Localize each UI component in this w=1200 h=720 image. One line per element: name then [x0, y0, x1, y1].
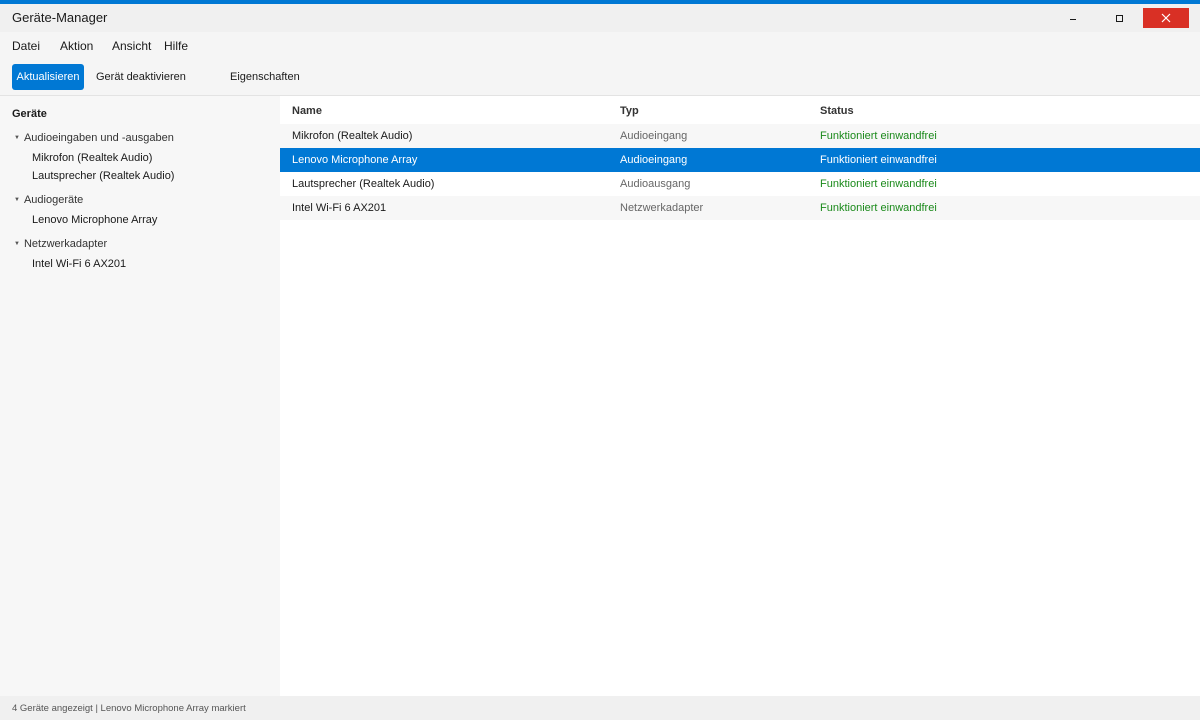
minimize-button[interactable] — [1050, 8, 1096, 28]
maximize-icon — [1115, 14, 1123, 22]
menu-aktion[interactable]: Aktion — [60, 39, 93, 53]
properties-button[interactable]: Eigenschaften — [230, 64, 300, 90]
tree-item-lautsprecher[interactable]: Lautsprecher (Realtek Audio) — [32, 170, 174, 182]
expand-triangle-icon: ▼ — [14, 241, 20, 247]
table-row[interactable]: Intel Wi-Fi 6 AX201 Netzwerkadapter Funk… — [280, 196, 1200, 220]
column-header-status[interactable]: Status — [820, 105, 854, 117]
status-text: 4 Geräte angezeigt | Lenovo Microphone A… — [12, 703, 246, 714]
status-bar: 4 Geräte angezeigt | Lenovo Microphone A… — [0, 696, 1200, 720]
device-tree: Geräte ▼ Audioeingaben und -ausgaben Mik… — [0, 96, 280, 696]
cell-status: Funktioniert einwandfrei — [820, 178, 937, 190]
cell-status: Funktioniert einwandfrei — [820, 130, 937, 142]
title-bar: Geräte-Manager — [0, 4, 1200, 32]
window-title: Geräte-Manager — [12, 10, 108, 25]
column-header-typ[interactable]: Typ — [620, 105, 639, 117]
tree-item-intel-wifi[interactable]: Intel Wi-Fi 6 AX201 — [32, 258, 126, 270]
cell-name: Intel Wi-Fi 6 AX201 — [292, 202, 387, 214]
table-row[interactable]: Lautsprecher (Realtek Audio) Audioausgan… — [280, 172, 1200, 196]
cell-status: Funktioniert einwandfrei — [820, 202, 937, 214]
deactivate-device-button[interactable]: Gerät deaktivieren — [96, 64, 186, 90]
tree-group-audio-io[interactable]: ▼ Audioeingaben und -ausgaben — [14, 132, 174, 144]
cell-typ: Audioeingang — [620, 130, 688, 142]
menu-ansicht[interactable]: Ansicht — [112, 39, 151, 53]
toolbar: Aktualisieren Gerät deaktivieren Eigensc… — [0, 58, 1200, 96]
column-header-name[interactable]: Name — [292, 105, 322, 117]
close-icon — [1161, 13, 1171, 23]
tree-group-label: Audiogeräte — [23, 194, 84, 206]
tree-item-mikrofon[interactable]: Mikrofon (Realtek Audio) — [32, 152, 152, 164]
expand-triangle-icon: ▼ — [14, 197, 20, 203]
cell-typ: Audioausgang — [620, 178, 691, 190]
cell-typ: Netzwerkadapter — [620, 202, 704, 214]
cell-typ: Audioeingang — [620, 154, 688, 166]
maximize-button[interactable] — [1096, 8, 1142, 28]
cell-status: Funktioniert einwandfrei — [820, 154, 937, 166]
tree-item-lenovo-microphone[interactable]: Lenovo Microphone Array — [32, 214, 157, 226]
table-row-selected[interactable]: Lenovo Microphone Array Audioeingang Fun… — [280, 148, 1200, 172]
refresh-button[interactable]: Aktualisieren — [12, 64, 84, 90]
tree-group-label: Audioeingaben und -ausgaben — [23, 132, 174, 144]
cell-name: Lautsprecher (Realtek Audio) — [292, 178, 435, 190]
minimize-icon — [1070, 18, 1076, 20]
close-button[interactable] — [1143, 8, 1189, 28]
menu-bar: Datei Aktion Ansicht Hilfe — [0, 32, 1200, 58]
cell-name: Lenovo Microphone Array — [292, 154, 418, 166]
tree-group-label: Netzwerkadapter — [23, 238, 108, 250]
device-list: Name Typ Status Mikrofon (Realtek Audio)… — [280, 96, 1200, 696]
device-tree-heading: Geräte — [12, 108, 47, 120]
list-header: Name Typ Status — [280, 96, 1200, 124]
cell-name: Mikrofon (Realtek Audio) — [292, 130, 413, 142]
menu-hilfe[interactable]: Hilfe — [164, 39, 188, 53]
tree-group-netzwerkadapter[interactable]: ▼ Netzwerkadapter — [14, 238, 107, 250]
expand-triangle-icon: ▼ — [14, 135, 20, 141]
table-row[interactable]: Mikrofon (Realtek Audio) Audioeingang Fu… — [280, 124, 1200, 148]
menu-datei[interactable]: Datei — [12, 39, 40, 53]
tree-group-audiogeraete[interactable]: ▼ Audiogeräte — [14, 194, 83, 206]
